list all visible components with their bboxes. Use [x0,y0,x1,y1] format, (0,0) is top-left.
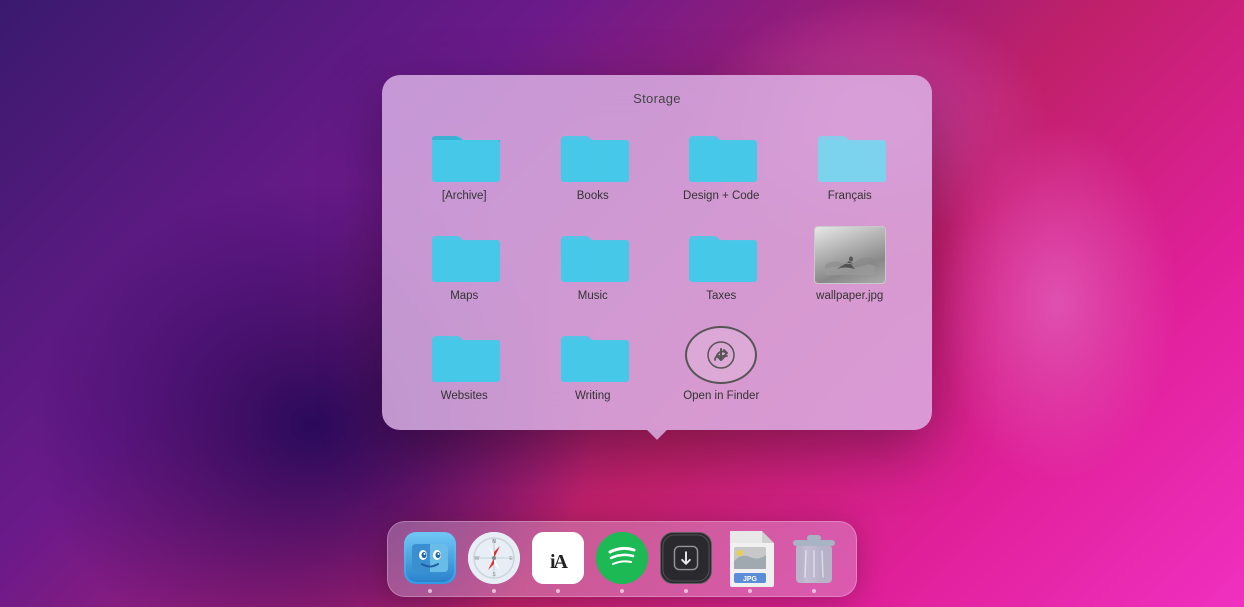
folder-icon [814,126,886,184]
folder-books-label: Books [577,189,609,204]
ia-writer-icon: iA [532,532,584,584]
folder-icon [557,126,629,184]
yoink-icon [660,532,712,584]
folder-taxes[interactable]: Taxes [659,220,784,310]
dock-trash[interactable] [785,529,843,587]
open-finder-button[interactable] [685,326,757,384]
folder-maps[interactable]: Maps [402,220,527,310]
finder-icon [404,532,456,584]
folder-books[interactable]: Books [531,120,656,210]
storage-popup: Storage [Archive] Books [382,75,932,430]
svg-text:N: N [492,539,496,545]
open-finder-label: Open in Finder [683,389,759,404]
folder-archive[interactable]: [Archive] [402,120,527,210]
folder-design-code[interactable]: Design + Code [659,120,784,210]
folder-writing-label: Writing [575,389,611,404]
popup-title: Storage [402,91,912,106]
folder-icon [428,126,500,184]
wallpaper-thumbnail [814,226,886,284]
folder-websites[interactable]: Websites [402,320,527,410]
folder-icon [428,226,500,284]
folder-icon [557,226,629,284]
dock-spotify[interactable] [593,529,651,587]
safari-icon: N S E W [468,532,520,584]
folder-design-code-label: Design + Code [683,189,759,204]
jpg-file-icon: JPG [724,532,776,584]
spotify-icon [596,532,648,584]
file-wallpaper[interactable]: wallpaper.jpg [788,220,913,310]
folder-icon [557,326,629,384]
svg-text:iA: iA [550,551,569,573]
folder-music-label: Music [578,289,608,304]
folder-taxes-label: Taxes [706,289,736,304]
folder-icon [428,326,500,384]
folder-francais[interactable]: Français [788,120,913,210]
folder-websites-label: Websites [441,389,488,404]
svg-text:W: W [475,556,480,562]
dock-finder[interactable] [401,529,459,587]
folder-icon [685,226,757,284]
dock-jpg-file[interactable]: JPG [721,529,779,587]
dock: N S E W iA [387,521,857,597]
trash-icon [788,529,840,587]
storage-grid: [Archive] Books Design + Code [402,120,912,410]
folder-francais-label: Français [828,189,872,204]
file-wallpaper-label: wallpaper.jpg [816,289,883,304]
open-in-finder-item[interactable]: Open in Finder [659,320,784,410]
folder-music[interactable]: Music [531,220,656,310]
folder-icon [685,126,757,184]
dock-yoink[interactable] [657,529,715,587]
folder-archive-label: [Archive] [442,189,487,204]
folder-maps-label: Maps [450,289,478,304]
dock-safari[interactable]: N S E W [465,529,523,587]
dock-ia-writer[interactable]: iA [529,529,587,587]
svg-text:JPG: JPG [743,576,758,583]
folder-writing[interactable]: Writing [531,320,656,410]
